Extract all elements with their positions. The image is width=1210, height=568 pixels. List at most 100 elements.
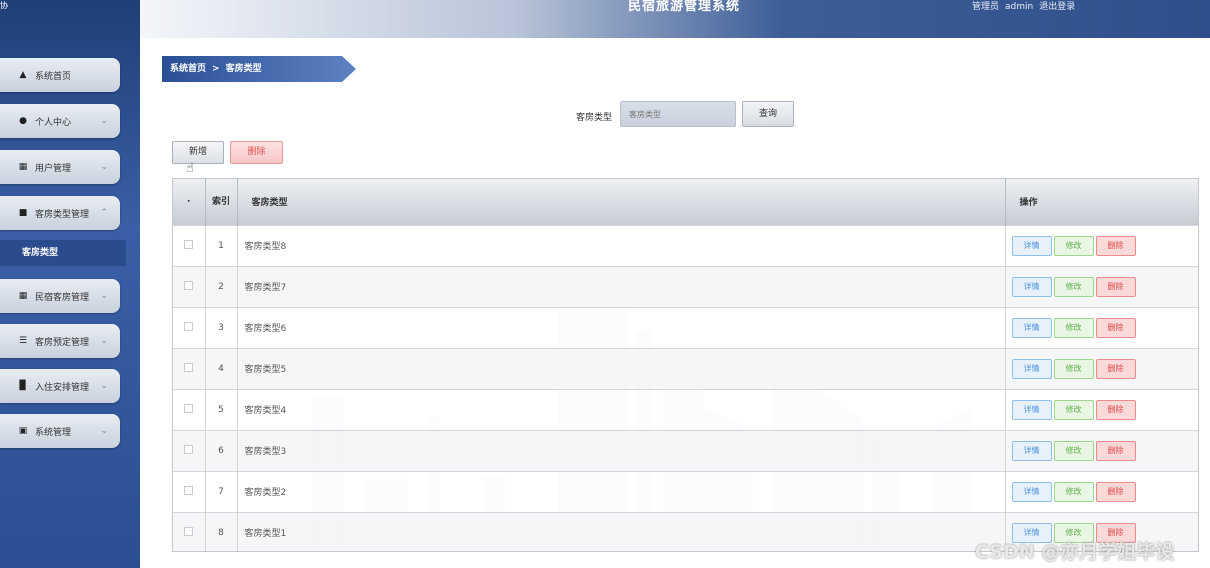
sidebar-item-label: 个人中心: [35, 117, 72, 128]
grid-icon: ▦: [18, 162, 28, 172]
data-table: ⋅ 索引 客房类型 操作 1 客房类型8 详情 修改 删除 2 客房类型7 详情 修改 删除 3 客房…: [172, 178, 1199, 552]
edit-button[interactable]: 修改: [1053, 358, 1094, 379]
sidebar-item-user-management[interactable]: ▦ 用户管理 ⌄: [0, 150, 120, 184]
row-checkbox[interactable]: [184, 362, 194, 372]
table-row: 3 客房类型6 详情 修改 删除: [173, 306, 1198, 348]
select-all-header[interactable]: ⋅: [173, 179, 206, 225]
row-checkbox[interactable]: [184, 280, 194, 290]
delete-button[interactable]: 删除: [1095, 235, 1136, 256]
breadcrumb-separator: >: [212, 64, 220, 74]
row-index: 1: [205, 224, 238, 266]
corner-text: 协: [0, 1, 8, 10]
delete-button[interactable]: 删除: [1095, 440, 1136, 461]
search-button[interactable]: 查询: [742, 101, 794, 127]
row-room-type: 客房类型6: [237, 306, 1006, 348]
image-icon: ▣: [18, 426, 28, 436]
sidebar-item-label: 用户管理: [35, 163, 72, 174]
chevron-up-icon: ⌃: [100, 208, 108, 218]
edit-button[interactable]: 修改: [1053, 481, 1094, 502]
user-icon: ●: [19, 116, 27, 126]
breadcrumb-current: 客房类型: [225, 64, 262, 74]
edit-button[interactable]: 修改: [1053, 276, 1094, 297]
row-operations: 详情 修改 删除: [1005, 388, 1198, 430]
row-checkbox-cell: [173, 429, 206, 471]
row-checkbox-cell: [173, 306, 206, 348]
detail-button[interactable]: 详情: [1011, 276, 1052, 297]
row-checkbox-cell: [173, 388, 206, 430]
row-index: 8: [205, 511, 238, 551]
detail-button[interactable]: 详情: [1011, 399, 1052, 420]
sidebar-item-label: 系统首页: [35, 71, 72, 82]
row-room-type: 客房类型2: [237, 470, 1006, 512]
row-room-type: 客房类型5: [237, 347, 1006, 389]
sidebar-item-reservation-management[interactable]: ☰ 客房预定管理 ⌄: [0, 324, 120, 358]
row-room-type: 客房类型1: [237, 511, 1006, 551]
row-index: 5: [205, 388, 238, 430]
edit-button[interactable]: 修改: [1053, 235, 1094, 256]
breadcrumb-home[interactable]: 系统首页: [170, 64, 206, 74]
sidebar-item-home[interactable]: ▲ 系统首页: [0, 58, 120, 92]
row-index: 2: [205, 265, 238, 307]
table-row: 2 客房类型7 详情 修改 删除: [173, 265, 1198, 307]
row-index: 6: [205, 429, 238, 471]
row-room-type: 客房类型8: [237, 224, 1006, 266]
row-checkbox[interactable]: [184, 403, 194, 413]
sidebar-item-homestay-room-management[interactable]: ▦ 民宿客房管理 ⌄: [0, 279, 120, 313]
add-button[interactable]: 新增: [172, 141, 224, 164]
detail-button[interactable]: 详情: [1011, 317, 1052, 338]
sidebar-item-personal-center[interactable]: ● 个人中心 ⌄: [0, 104, 120, 138]
table-row: 7 客房类型2 详情 修改 删除: [173, 470, 1198, 512]
row-room-type: 客房类型4: [237, 388, 1006, 430]
table-row: 6 客房类型3 详情 修改 删除: [173, 429, 1198, 471]
chevron-down-icon: ⌄: [100, 116, 108, 126]
row-index: 7: [205, 470, 238, 512]
chevron-down-icon: ⌄: [100, 426, 108, 436]
sidebar: 协 ▲ 系统首页 ● 个人中心 ⌄ ▦ 用户管理 ⌄ ■ 客房类型管理 ⌃ 客房…: [0, 0, 140, 568]
delete-button[interactable]: 删除: [1095, 358, 1136, 379]
search-input[interactable]: [620, 101, 736, 127]
delete-button[interactable]: 删除: [1095, 399, 1136, 420]
sidebar-item-system-management[interactable]: ▣ 系统管理 ⌄: [0, 414, 120, 448]
delete-button[interactable]: 删除: [1095, 481, 1136, 502]
delete-button[interactable]: 删除: [1095, 317, 1136, 338]
row-room-type: 客房类型3: [237, 429, 1006, 471]
grid-icon: ▦: [18, 291, 28, 301]
row-checkbox[interactable]: [184, 485, 194, 495]
row-operations: 详情 修改 删除: [1005, 306, 1198, 348]
chevron-down-icon: ⌄: [100, 162, 108, 172]
batch-delete-button[interactable]: 删除: [230, 141, 283, 164]
edit-button[interactable]: 修改: [1053, 317, 1094, 338]
list-icon: ☰: [18, 336, 28, 346]
row-room-type: 客房类型7: [237, 265, 1006, 307]
detail-button[interactable]: 详情: [1011, 358, 1052, 379]
bar-chart-icon: ▉: [19, 381, 27, 391]
sidebar-subitem-room-type[interactable]: 客房类型: [0, 240, 126, 266]
row-checkbox[interactable]: [184, 239, 194, 249]
edit-button[interactable]: 修改: [1053, 399, 1094, 420]
user-info: 管理员 admin 退出登录: [972, 0, 1081, 14]
row-index: 3: [205, 306, 238, 348]
detail-button[interactable]: 详情: [1011, 235, 1052, 256]
logout-link[interactable]: 退出登录: [1039, 2, 1075, 12]
sidebar-item-room-type-management[interactable]: ■ 客房类型管理 ⌃: [0, 196, 120, 230]
edit-button[interactable]: 修改: [1053, 440, 1094, 461]
row-checkbox-cell: [173, 265, 206, 307]
table-row: 1 客房类型8 详情 修改 删除: [173, 224, 1198, 266]
detail-button[interactable]: 详情: [1011, 440, 1052, 461]
chevron-down-icon: ⌄: [100, 381, 108, 391]
table-row: 4 客房类型5 详情 修改 删除: [173, 347, 1198, 389]
row-checkbox[interactable]: [184, 321, 194, 331]
sidebar-item-label: 客房预定管理: [35, 337, 90, 348]
detail-button[interactable]: 详情: [1011, 481, 1052, 502]
breadcrumb: 系统首页 > 客房类型: [162, 56, 356, 82]
row-checkbox-cell: [173, 511, 206, 551]
sidebar-item-checkin-management[interactable]: ▉ 入住安排管理 ⌄: [0, 369, 120, 403]
table-row: 5 客房类型4 详情 修改 删除: [173, 388, 1198, 430]
delete-button[interactable]: 删除: [1095, 276, 1136, 297]
sidebar-item-label: 客房类型管理: [35, 209, 90, 220]
user-role: 管理员: [972, 2, 1000, 12]
row-checkbox[interactable]: [184, 526, 194, 536]
row-checkbox-cell: [173, 347, 206, 389]
row-checkbox[interactable]: [184, 444, 194, 454]
comment-icon: ■: [18, 208, 28, 218]
